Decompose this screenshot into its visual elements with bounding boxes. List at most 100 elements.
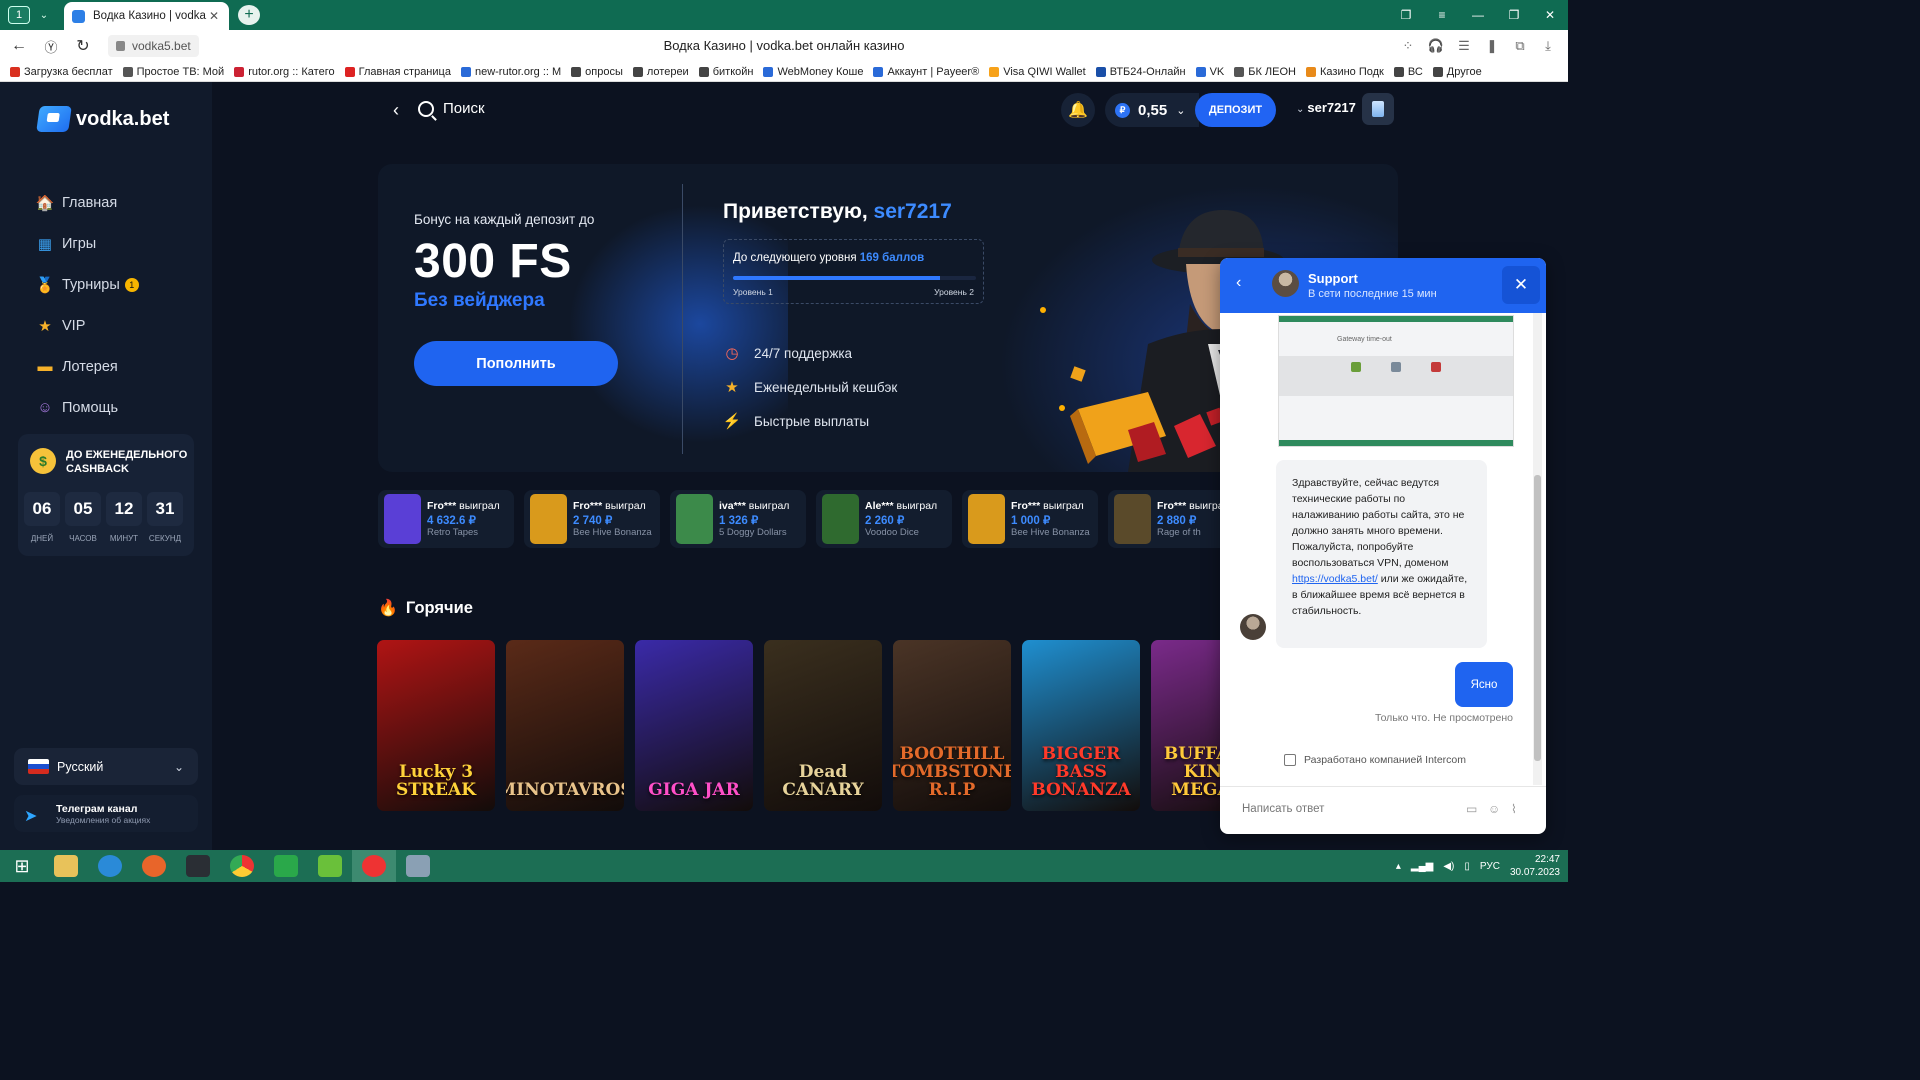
url-field[interactable]: vodka5.bet xyxy=(108,35,199,57)
tab-menu-chevron-icon[interactable]: ⌄ xyxy=(34,5,54,25)
calculator-icon[interactable] xyxy=(396,850,440,882)
powered-by-intercom[interactable]: Разработано компанией Intercom xyxy=(1284,754,1466,766)
bookmark-item[interactable]: биткойн xyxy=(698,66,753,78)
bookmark-icon[interactable]: ❚ xyxy=(1478,34,1506,58)
sidebar-item-4[interactable]: ★ VIP xyxy=(36,305,139,346)
start-button[interactable]: ⊞ xyxy=(0,850,44,882)
browser-tab[interactable]: Водка Казино | vodka.b ✕ xyxy=(64,2,229,30)
reader-icon[interactable]: ☰ xyxy=(1450,34,1478,58)
bookmark-item[interactable]: опросы xyxy=(571,66,623,78)
gif-icon[interactable]: ▭ xyxy=(1466,802,1477,816)
back-chevron-icon[interactable]: ‹ xyxy=(386,100,406,120)
back-arrow-icon[interactable]: ← xyxy=(6,33,32,59)
game-card[interactable]: BOOTHILL TOMBSTONE R.I.P xyxy=(893,640,1011,811)
bookmark-item[interactable]: VK xyxy=(1195,66,1224,78)
app-a-icon[interactable] xyxy=(308,850,352,882)
new-tab-button[interactable]: + xyxy=(238,5,260,25)
maximize-button[interactable]: ❐ xyxy=(1496,0,1532,30)
bookmark-item[interactable]: лотереи xyxy=(632,66,689,78)
minimize-button[interactable]: — xyxy=(1460,0,1496,30)
store-icon[interactable] xyxy=(264,850,308,882)
bookmark-item[interactable]: rutor.org :: Катего xyxy=(234,66,335,78)
chat-agent-status: В сети последние 15 мин xyxy=(1308,288,1437,300)
vpn-domain-link[interactable]: https://vodka5.bet/ xyxy=(1292,573,1378,585)
emoji-icon[interactable]: ☺ xyxy=(1488,802,1500,816)
game-card[interactable]: Dead CANARY xyxy=(764,640,882,811)
balance-dropdown[interactable]: ₽ 0,55 ⌄ xyxy=(1105,93,1199,127)
user-level-icon[interactable] xyxy=(1362,93,1394,125)
bookmark-item[interactable]: new-rutor.org :: M xyxy=(460,66,561,78)
hot-games-heading: 🔥 Горячие xyxy=(378,598,473,618)
sidebar-item-5[interactable]: ▬ Лотерея xyxy=(36,346,139,387)
winner-card[interactable]: Fro*** выиграл2 880 ₽Rage of th xyxy=(1108,490,1220,548)
bookmark-item[interactable]: Visa QIWI Wallet xyxy=(989,66,1086,78)
sidebar-item-2[interactable]: ▦ Игры xyxy=(36,223,139,264)
close-tab-icon[interactable]: ✕ xyxy=(207,9,221,23)
firefox-icon[interactable] xyxy=(132,850,176,882)
headphones-icon[interactable]: 🎧 xyxy=(1422,34,1450,58)
signal-icon[interactable]: ▂▄▆ xyxy=(1411,861,1433,872)
nox-icon[interactable] xyxy=(176,850,220,882)
file-explorer-icon[interactable] xyxy=(44,850,88,882)
game-card[interactable]: MINOTAVROS xyxy=(506,640,624,811)
search-button[interactable]: Поиск xyxy=(418,100,485,117)
extensions-icon[interactable]: ⁘ xyxy=(1394,34,1422,58)
bookmark-item[interactable]: Загрузка бесплат xyxy=(10,66,113,78)
sidebar-item-6[interactable]: ☺ Помощь xyxy=(36,387,139,428)
winner-card[interactable]: Fro*** выиграл 1 000 ₽ Bee Hive Bonanza xyxy=(962,490,1098,548)
tray-up-arrow-icon[interactable]: ▴ xyxy=(1396,861,1401,872)
bookmark-item[interactable]: Другое xyxy=(1432,66,1482,78)
winner-card[interactable]: Fro*** выиграл 4 632.6 ₽ Retro Tapes xyxy=(378,490,514,548)
bonus-subtitle: Бонус на каждый депозит до xyxy=(414,212,595,227)
telegram-channel-link[interactable]: ➤ Телеграм канал Уведомления об акциях xyxy=(14,795,198,832)
input-language[interactable]: РУС xyxy=(1480,861,1500,872)
game-card[interactable]: GIGA JAR xyxy=(635,640,753,811)
clock[interactable]: 22:47 30.07.2023 xyxy=(1510,853,1560,879)
chat-scrollbar[interactable] xyxy=(1533,313,1542,785)
attachment-icon[interactable]: ⌇ xyxy=(1511,802,1517,816)
yandex-icon[interactable]: Ⓨ xyxy=(38,33,64,59)
tab-count-button[interactable]: 1 xyxy=(8,6,30,24)
sidebar-item-3[interactable]: 🏅 Турниры 1 xyxy=(36,264,139,305)
bookmark-item[interactable]: Главная страница xyxy=(344,66,451,78)
reload-icon[interactable]: ↻ xyxy=(70,33,96,59)
collections-icon[interactable]: ⧉ xyxy=(1506,34,1534,58)
deposit-button[interactable]: ДЕПОЗИТ xyxy=(1195,93,1276,127)
bookmark-panel-icon[interactable]: ❐ xyxy=(1388,0,1424,30)
chrome-icon[interactable] xyxy=(220,850,264,882)
notifications-icon[interactable]: ≡ xyxy=(1424,0,1460,30)
winner-card[interactable]: Fro*** выиграл 2 740 ₽ Bee Hive Bonanza xyxy=(524,490,660,548)
game-thumbnail xyxy=(676,494,713,544)
bookmark-item[interactable]: ВТБ24-Онлайн xyxy=(1095,66,1186,78)
top-up-button[interactable]: Пополнить xyxy=(414,341,618,386)
bookmark-item[interactable]: Простое ТВ: Мой xyxy=(122,66,224,78)
power-icon[interactable]: ▯ xyxy=(1464,861,1470,872)
bookmark-item[interactable]: Аккаунт | Payeer® xyxy=(873,66,979,78)
close-window-button[interactable]: ✕ xyxy=(1532,0,1568,30)
close-chat-button[interactable]: ✕ xyxy=(1502,266,1540,304)
download-icon[interactable]: ⤓ xyxy=(1534,34,1562,58)
winner-card[interactable]: iva*** выиграл 1 326 ₽5 Doggy Dollars xyxy=(670,490,806,548)
bookmark-item[interactable]: БК ЛЕОН xyxy=(1234,66,1296,78)
bookmark-item[interactable]: WebMoney Коше xyxy=(763,66,863,78)
user-menu[interactable]: ⌄ ser7217 xyxy=(1296,100,1356,115)
yandex-browser-icon[interactable] xyxy=(352,850,396,882)
game-card[interactable]: BUFFALO KING MEGAW xyxy=(1151,640,1220,811)
volume-icon[interactable]: ◀) xyxy=(1443,861,1454,872)
game-card[interactable]: BIGGER BASS BONANZA xyxy=(1022,640,1140,811)
internet-explorer-icon[interactable] xyxy=(88,850,132,882)
star-icon: ★ xyxy=(725,379,739,396)
game-card[interactable]: Lucky 3 STREAK xyxy=(377,640,495,811)
winner-card[interactable]: Ale*** выиграл 2 260 ₽ Voodoo Dice xyxy=(816,490,952,548)
language-selector[interactable]: Русский ⌄ xyxy=(14,748,198,785)
bookmark-item[interactable]: ВС xyxy=(1393,66,1423,78)
sidebar-item-1[interactable]: 🏠 Главная xyxy=(36,182,139,223)
reply-input[interactable]: Написать ответ xyxy=(1242,803,1324,815)
attached-screenshot[interactable]: Gateway time-out xyxy=(1278,315,1514,447)
bookmark-item[interactable]: Казино Подк xyxy=(1306,66,1384,78)
level-to: Уровень 2 xyxy=(934,287,974,297)
game-title: Lucky 3 STREAK xyxy=(396,762,476,800)
bell-icon[interactable]: 🔔 xyxy=(1061,93,1095,127)
logo[interactable]: vodka.bet xyxy=(36,106,169,132)
chat-back-icon[interactable]: ‹ xyxy=(1236,274,1241,292)
